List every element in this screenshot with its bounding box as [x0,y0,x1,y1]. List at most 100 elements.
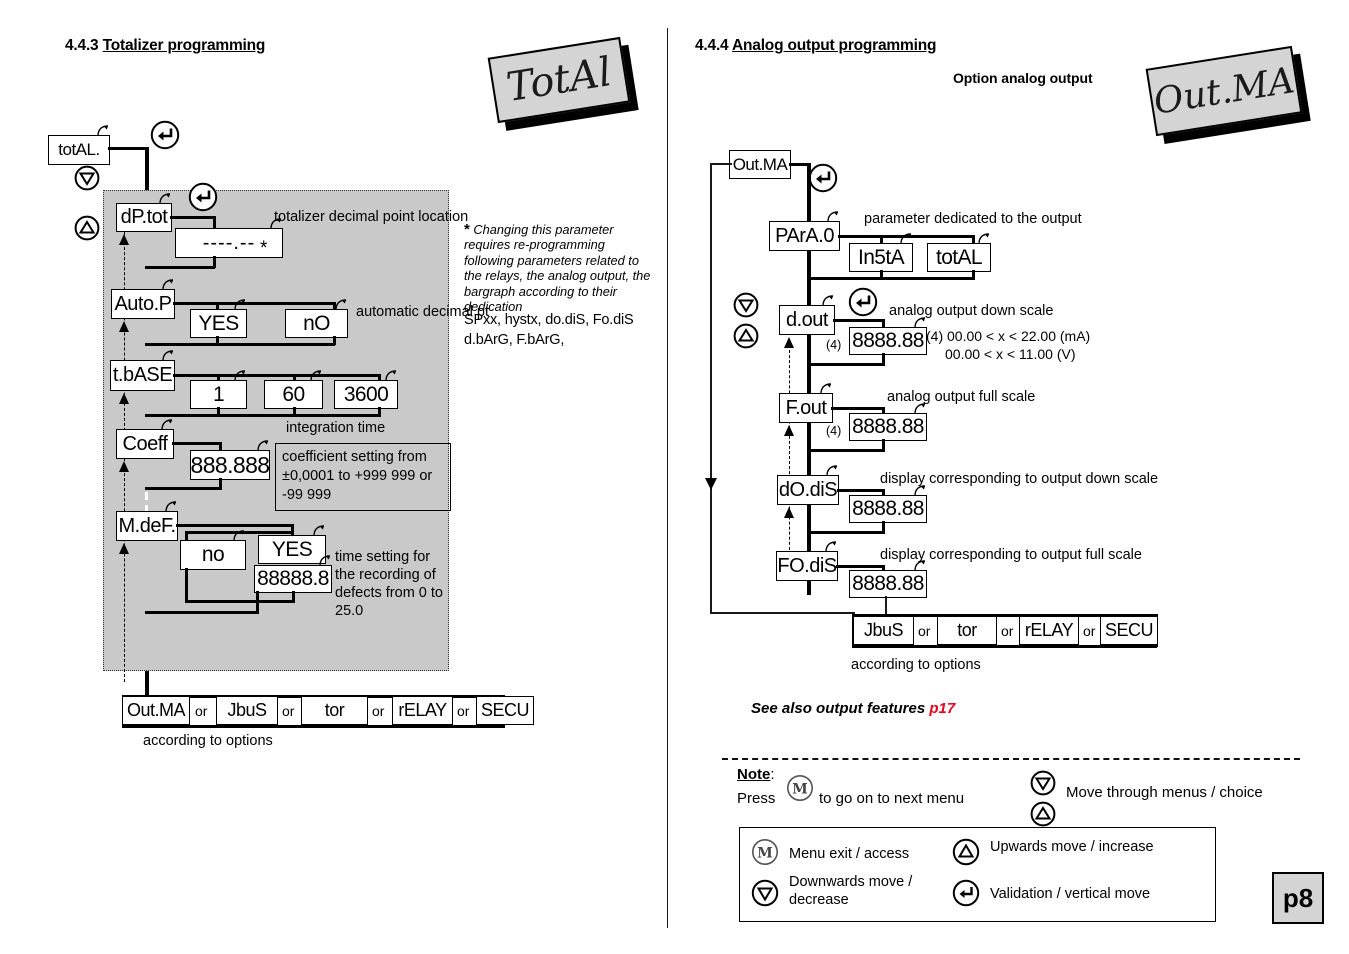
value-box-mdef-time[interactable]: 88888.8 [254,555,332,593]
value-box-mdef-yes[interactable]: YES [258,525,326,564]
return-arrow [118,393,129,404]
param-box-f-out[interactable]: F.out [779,383,833,423]
param-label: M.deF. [118,514,176,537]
option-box-tor[interactable]: tor [301,696,368,725]
right-section-heading: 4.4.4 Analog output programming [695,37,936,55]
flow-line [807,363,885,366]
left-options-caption: according to options [143,733,273,749]
option-separator: or [918,623,931,639]
right-heading-title: Analog output programming [732,37,937,54]
param-box-dp-tot[interactable]: dP.tot [116,193,172,232]
option-box-tor-right[interactable]: tor [937,616,997,645]
legend-label-validation: Validation / vertical move [990,886,1151,902]
see-also-page-ref[interactable]: p17 [929,700,955,717]
option-separator: or [457,703,470,719]
see-also-note: See also output features p17 [751,700,955,717]
param-box-coeff[interactable]: Coeff [116,419,174,459]
flow-line [807,277,975,280]
right-entry-box[interactable]: Out.MA [729,150,791,179]
param-box-para-0[interactable]: PArA.0 [769,211,840,251]
svg-text:M: M [792,782,808,798]
caption-box-coeff: coefficient setting from ±0,0001 to +999… [275,443,451,511]
star-note-italic: Changing this parameter requires re-prog… [464,222,651,315]
return-arrow [783,507,794,518]
caption-m-def: time setting for the recording of defect… [335,549,443,619]
flow-line [838,235,975,238]
option-box-out-ma[interactable]: Out.MA [122,696,190,725]
value-label: ----.-- [202,231,256,254]
flow-line [145,414,381,417]
caption-dp-tot: totalizer decimal point location [274,209,469,225]
note-marker-d-out: (4) [826,338,842,352]
param-box-d-out[interactable]: d.out [779,295,835,335]
option-label: Out.MA [126,700,186,720]
param-box-auto-p[interactable]: Auto.P [111,279,175,319]
flow-line [176,524,294,527]
value-box-tbase-60[interactable]: 60 [264,370,323,409]
right-entry-label: Out.MA [732,154,788,174]
caption-do-dis: display corresponding to output down sca… [880,471,1159,487]
value-label: 3600 [343,382,389,406]
down-triangle-key-icon [733,292,759,318]
flow-gap [145,492,148,500]
param-box-fo-dis[interactable]: FO.diS [776,541,838,581]
value-box-auto-p-yes[interactable]: YES [190,299,247,338]
value-box-do-dis[interactable]: 8888.88 [849,485,927,523]
option-label: SECU [1104,620,1154,640]
param-box-do-dis[interactable]: dO.diS [777,465,839,505]
value-box-auto-p-no[interactable]: nO [285,299,348,338]
param-box-m-def[interactable]: M.deF. [116,501,178,541]
option-box-secu-right[interactable]: SECU [1100,616,1158,645]
param-label: F.out [785,396,827,419]
value-box-mdef-no[interactable]: no [180,530,246,570]
outer-loop-bottom [710,612,855,614]
caption-d-out: analog output down scale [889,303,1054,319]
option-box-relay-right[interactable]: rELAY [1019,616,1079,645]
value-label: no [201,543,225,566]
options-bottom-bar [122,725,505,728]
enter-key-icon [848,287,878,317]
note-press-rest: to go on to next menu [819,790,965,807]
flow-line [837,489,885,492]
outer-loop-arrow [705,478,717,490]
param-label: t.bASE [112,364,173,386]
value-box-tbase-3600[interactable]: 3600 [334,370,398,409]
value-box-f-out[interactable]: 8888.88 [849,403,927,441]
option-box-jbus-right[interactable]: JbuS [853,616,914,645]
down-triangle-key-icon [74,165,100,191]
value-box-total[interactable]: totAL [927,233,991,272]
box-corner-curl-icon [822,295,835,307]
left-heading-title: Totalizer programming [102,37,266,54]
value-label: 60 [282,382,305,406]
value-box-in5ta[interactable]: In5tA [849,233,913,272]
value-box-tbase-1[interactable]: 1 [190,370,247,409]
box-corner-curl-icon [827,211,840,223]
option-label: tor [957,620,977,640]
return-arrow [783,425,794,436]
value-box-fo-dis[interactable]: 8888.88 [849,560,927,598]
param-label: dO.diS [778,478,838,501]
flow-line [185,531,293,534]
option-separator: or [282,703,295,719]
option-label: rELAY [398,700,447,720]
flow-line [172,442,222,445]
value-box-d-out[interactable]: 8888.88 [849,317,927,355]
value-box-coeff[interactable]: 888.888 [190,440,270,480]
left-section-heading: 4.4.3 Totalizer programming [65,37,265,55]
option-label: tor [324,700,345,720]
note-label-text: Note [737,766,771,783]
menu-key-icon: M [786,774,814,802]
param-box-t-base[interactable]: t.bASE [110,350,175,391]
option-box-jbus[interactable]: JbuS [216,696,278,725]
return-arrow [118,234,129,245]
left-entry-box[interactable]: totAL. [48,125,110,165]
option-box-secu[interactable]: SECU [476,696,534,725]
outer-loop-top [710,163,732,165]
box-corner-curl-icon [820,383,833,395]
return-arrow [118,543,129,554]
flow-line [145,343,335,346]
option-box-relay[interactable]: rELAY [392,696,453,725]
note-separator [722,758,1300,760]
option-label: rELAY [1024,620,1074,640]
value-label: YES [198,311,239,335]
